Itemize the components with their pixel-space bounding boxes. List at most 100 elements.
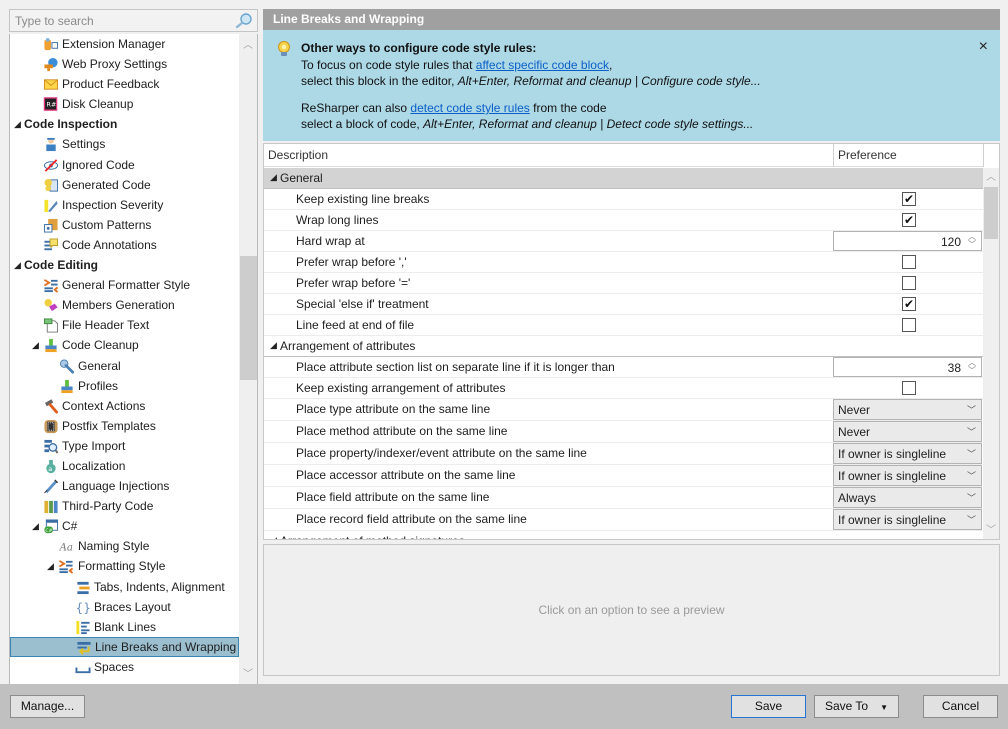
detect-code-style-rules-link[interactable]: detect code style rules <box>410 101 529 115</box>
grid-scrollbar-thumb[interactable] <box>984 187 998 239</box>
option-row[interactable]: Keep existing line breaks ✔ <box>264 189 984 210</box>
tree-item-generated-code[interactable]: Generated Code <box>10 175 239 195</box>
tree-item-general[interactable]: General <box>10 356 239 376</box>
scroll-down-icon[interactable]: ﹀ <box>239 667 257 683</box>
number-spinner[interactable]: 120 ︿ ﹀ <box>833 231 982 251</box>
affect-specific-code-block-link[interactable]: affect specific code block <box>476 58 609 72</box>
option-checkbox[interactable]: ✔ <box>902 297 916 311</box>
settings-tree: Extension Manager Web Proxy Settings Produ… <box>9 34 258 686</box>
tree-item-language-injections[interactable]: Language Injections <box>10 476 239 496</box>
tree-item-code-inspection[interactable]: ◢ Code Inspection <box>10 114 239 134</box>
spinner-arrows-icon[interactable]: ︿ ﹀ <box>966 232 978 250</box>
search-icon[interactable] <box>235 12 253 29</box>
close-icon[interactable]: × <box>979 38 988 56</box>
group-row[interactable]: ◢ General <box>264 168 984 189</box>
option-dropdown[interactable]: Always ﹀ <box>833 487 982 508</box>
collapse-triangle-icon[interactable]: ◢ <box>270 340 277 351</box>
expand-triangle-icon[interactable]: ◢ <box>14 114 24 134</box>
scroll-down-icon[interactable]: ﹀ <box>983 523 999 539</box>
tree-item-extension-manager[interactable]: Extension Manager <box>10 34 239 54</box>
option-checkbox[interactable] <box>902 255 916 269</box>
expand-triangle-icon[interactable]: ◢ <box>32 516 42 536</box>
grid-scrollbar[interactable]: ︿ ﹀ <box>983 168 999 539</box>
tree-item-naming-style[interactable]: Aa Naming Style <box>10 536 239 556</box>
option-dropdown[interactable]: Never ﹀ <box>833 421 982 442</box>
tree-item-spaces[interactable]: Spaces <box>10 657 239 677</box>
option-row[interactable]: Place attribute section list on separate… <box>264 357 984 378</box>
option-row[interactable]: Place method attribute on the same line N… <box>264 421 984 443</box>
option-dropdown[interactable]: Never ﹀ <box>833 399 982 420</box>
tree-item-code-editing[interactable]: ◢ Code Editing <box>10 255 239 275</box>
option-row[interactable]: Place type attribute on the same line Nev… <box>264 399 984 421</box>
column-header-preference[interactable]: Preference <box>838 148 897 162</box>
option-dropdown[interactable]: If owner is singleline ﹀ <box>833 443 982 464</box>
save-button[interactable]: Save <box>731 695 806 718</box>
option-row[interactable]: Wrap long lines ✔ <box>264 210 984 231</box>
spinner-value[interactable]: 38 <box>948 361 961 375</box>
option-row[interactable]: Special 'else if' treatment ✔ <box>264 294 984 315</box>
tree-scrollbar[interactable]: ︿ ﹀ <box>239 34 257 685</box>
option-row[interactable]: Hard wrap at 120 ︿ ﹀ <box>264 231 984 252</box>
option-row[interactable]: Place property/indexer/event attribute o… <box>264 443 984 465</box>
tree-item-inspection-severity[interactable]: Inspection Severity <box>10 195 239 215</box>
tree-item-formatting-style[interactable]: ◢ Formatting Style <box>10 556 239 576</box>
option-dropdown[interactable]: If owner is singleline ﹀ <box>833 465 982 486</box>
option-row[interactable]: Line feed at end of file <box>264 315 984 336</box>
tree-item-members-generation[interactable]: Members Generation <box>10 295 239 315</box>
scroll-up-icon[interactable]: ︿ <box>239 38 257 54</box>
expand-triangle-icon[interactable]: ◢ <box>32 335 42 355</box>
option-checkbox[interactable] <box>902 318 916 332</box>
column-divider[interactable] <box>833 144 834 167</box>
column-header-description[interactable]: Description <box>268 148 328 162</box>
search-box[interactable] <box>9 9 258 32</box>
tree-item-third-party-code[interactable]: Third-Party Code <box>10 496 239 516</box>
spinner-arrows-icon[interactable]: ︿ ﹀ <box>966 358 978 376</box>
option-checkbox[interactable] <box>902 276 916 290</box>
tree-item-localization[interactable]: a Localization <box>10 456 239 476</box>
option-row[interactable]: Prefer wrap before '=' <box>264 273 984 294</box>
tree-item-disk-cleanup[interactable]: R# Disk Cleanup <box>10 94 239 114</box>
collapse-triangle-icon[interactable]: ◢ <box>270 172 277 183</box>
option-row[interactable]: Place record field attribute on the same… <box>264 509 984 531</box>
tree-item-braces-layout[interactable]: {} Braces Layout <box>10 597 239 617</box>
collapse-triangle-icon[interactable]: ◢ <box>270 535 277 539</box>
option-row[interactable]: Place field attribute on the same line Al… <box>264 487 984 509</box>
option-dropdown[interactable]: If owner is singleline ﹀ <box>833 509 982 530</box>
option-row[interactable]: Place accessor attribute on the same lin… <box>264 465 984 487</box>
tree-item-code-cleanup[interactable]: ◢ Code Cleanup <box>10 335 239 355</box>
tree-item-tabs-indents-alignment[interactable]: Tabs, Indents, Alignment <box>10 577 239 597</box>
tree-item-settings[interactable]: Settings <box>10 134 239 154</box>
number-spinner[interactable]: 38 ︿ ﹀ <box>833 357 982 377</box>
expand-triangle-icon[interactable]: ◢ <box>14 255 24 275</box>
tree-item-product-feedback[interactable]: Product Feedback <box>10 74 239 94</box>
option-row[interactable]: Prefer wrap before ',' <box>264 252 984 273</box>
cancel-button[interactable]: Cancel <box>923 695 998 718</box>
tree-item-postfix-templates[interactable]: Postfix Templates <box>10 416 239 436</box>
option-checkbox[interactable] <box>902 381 916 395</box>
tree-item-profiles[interactable]: Profiles <box>10 376 239 396</box>
group-row[interactable]: ◢Arrangement of method signatures <box>264 531 984 539</box>
option-row[interactable]: Keep existing arrangement of attributes <box>264 378 984 399</box>
tree-item-type-import[interactable]: Type Import <box>10 436 239 456</box>
tree-item-file-header-text[interactable]: File Header Text <box>10 315 239 335</box>
tree-item-ignored-code[interactable]: Ignored Code <box>10 155 239 175</box>
scroll-up-icon[interactable]: ︿ <box>983 170 999 186</box>
search-input[interactable] <box>10 10 230 31</box>
tree-item-general-formatter-style[interactable]: General Formatter Style <box>10 275 239 295</box>
tree-item-line-breaks-and-wrapping[interactable]: Line Breaks and Wrapping <box>10 636 239 657</box>
option-label: Place attribute section list on separate… <box>296 360 615 374</box>
tree-item-csharp[interactable]: ◢ C# C# <box>10 516 239 536</box>
group-row[interactable]: ◢ Arrangement of attributes <box>264 336 984 357</box>
option-checkbox[interactable]: ✔ <box>902 213 916 227</box>
manage-button[interactable]: Manage... <box>10 695 85 718</box>
expand-triangle-icon[interactable]: ◢ <box>47 556 57 576</box>
save-to-button[interactable]: Save To ▼ <box>814 695 899 718</box>
tree-item-web-proxy-settings[interactable]: Web Proxy Settings <box>10 54 239 74</box>
tree-item-context-actions[interactable]: Context Actions <box>10 396 239 416</box>
tree-item-code-annotations[interactable]: Code Annotations <box>10 235 239 255</box>
tree-scrollbar-thumb[interactable] <box>240 256 257 380</box>
option-checkbox[interactable]: ✔ <box>902 192 916 206</box>
tree-item-blank-lines[interactable]: Blank Lines <box>10 617 239 637</box>
spinner-value[interactable]: 120 <box>941 235 961 249</box>
tree-item-custom-patterns[interactable]: Custom Patterns <box>10 215 239 235</box>
